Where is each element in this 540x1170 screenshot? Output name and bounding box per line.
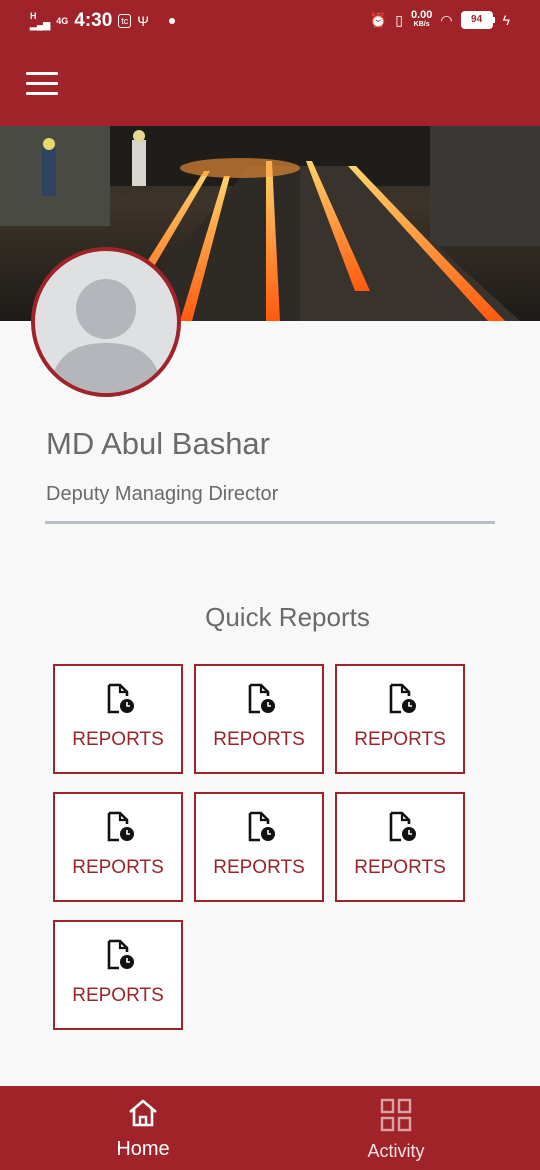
report-tile-label: REPORTS: [72, 729, 164, 750]
network-type-label: 4G: [56, 15, 69, 26]
profile-name: MD Abul Bashar: [46, 426, 270, 461]
report-tile-label: REPORTS: [72, 857, 164, 878]
nav-home[interactable]: Home: [43, 1086, 243, 1170]
report-tile[interactable]: REPORTS: [53, 664, 183, 774]
report-tile[interactable]: REPORTS: [335, 792, 465, 902]
report-tile[interactable]: REPORTS: [53, 792, 183, 902]
clock-time: 4:30: [74, 10, 113, 31]
avatar[interactable]: [31, 247, 181, 397]
report-tile[interactable]: REPORTS: [335, 664, 465, 774]
report-icon: [247, 683, 277, 720]
nav-activity-label: Activity: [367, 1141, 425, 1161]
grid-icon: [380, 1098, 412, 1137]
report-tile-label: REPORTS: [213, 857, 305, 878]
divider: [45, 521, 495, 524]
report-tile[interactable]: REPORTS: [194, 664, 324, 774]
app-bar: [0, 42, 540, 126]
wifi-icon: ◠: [440, 11, 453, 28]
menu-button[interactable]: [26, 72, 58, 96]
report-icon: [106, 811, 136, 848]
report-icon: [106, 683, 136, 720]
quick-reports-title: Quick Reports: [205, 602, 370, 632]
user-silhouette-icon: [49, 279, 163, 393]
signal-icon: H ▂▄▆: [30, 11, 51, 30]
nav-activity[interactable]: Activity: [296, 1086, 496, 1170]
profile-role: Deputy Managing Director: [46, 483, 279, 505]
home-icon: [127, 1098, 159, 1133]
report-tile-label: REPORTS: [213, 729, 305, 750]
usb-icon: Ψ: [137, 13, 149, 29]
data-speed: 0.00 KB/s: [410, 9, 433, 29]
status-bar: H ▂▄▆ 4G 4:30 tc Ψ ⏰ ▯ 0.00 KB/s ◠ 94 ϟ: [0, 0, 540, 42]
notification-dot-icon: [169, 18, 175, 24]
vibrate-icon: ▯: [395, 11, 403, 28]
bottom-nav: Home Activity: [0, 1086, 540, 1170]
battery-level: 94: [460, 11, 493, 29]
notification-badge: tc: [118, 14, 132, 28]
hamburger-icon: [26, 72, 58, 75]
charging-icon: ϟ: [502, 12, 510, 28]
nav-home-label: Home: [116, 1138, 170, 1160]
report-icon: [247, 811, 277, 848]
report-tile-label: REPORTS: [72, 985, 164, 1006]
report-icon: [388, 683, 418, 720]
report-icon: [106, 939, 136, 976]
battery-icon: 94: [460, 11, 495, 29]
report-icon: [388, 811, 418, 848]
report-tile[interactable]: REPORTS: [194, 792, 324, 902]
report-tile-label: REPORTS: [354, 857, 446, 878]
report-tile[interactable]: REPORTS: [53, 920, 183, 1030]
alarm-icon: ⏰: [369, 11, 388, 28]
report-tile-label: REPORTS: [354, 729, 446, 750]
